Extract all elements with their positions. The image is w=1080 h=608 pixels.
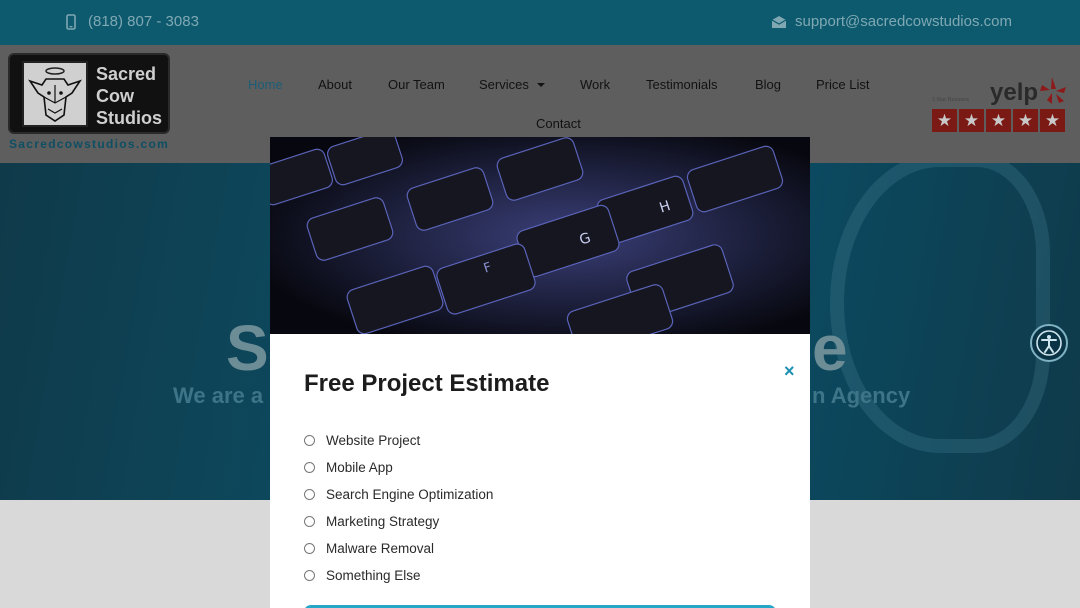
star-icon: ★ [1040, 109, 1065, 132]
option-website-project[interactable]: Website Project [304, 427, 493, 454]
option-label: Search Engine Optimization [326, 487, 494, 502]
option-label: Website Project [326, 433, 421, 448]
option-malware-removal[interactable]: Malware Removal [304, 535, 493, 562]
phone-number[interactable]: (818) 807 - 3083 [88, 13, 199, 30]
envelope-icon [771, 15, 787, 28]
radio-button[interactable] [304, 543, 315, 554]
accessibility-icon [1036, 330, 1062, 356]
option-label: Mobile App [326, 460, 393, 475]
phone-icon [66, 13, 76, 30]
star-icon: ★ [986, 109, 1011, 132]
yelp-wordmark: yelp [990, 79, 1039, 106]
hero-decoration [830, 163, 1050, 453]
logo-wordmark: Sacred Cow Studios [96, 63, 162, 129]
option-label: Marketing Strategy [326, 514, 440, 529]
email-address[interactable]: support@sacredcowstudios.com [795, 13, 1012, 30]
email-contact[interactable]: support@sacredcowstudios.com [771, 13, 1012, 30]
star-icon: ★ [932, 109, 957, 132]
radio-button[interactable] [304, 516, 315, 527]
nav-item-testimonials[interactable]: Testimonials [646, 77, 718, 92]
project-type-options: Website Project Mobile App Search Engine… [304, 427, 493, 589]
estimate-modal: G H F × Free Project Estimate Website Pr… [270, 137, 810, 608]
radio-button[interactable] [304, 570, 315, 581]
yelp-badge-caption: 5 Star Business [932, 97, 970, 103]
hero-title-left: S [226, 312, 271, 384]
option-label: Something Else [326, 568, 421, 583]
option-mobile-app[interactable]: Mobile App [304, 454, 493, 481]
option-seo[interactable]: Search Engine Optimization [304, 481, 493, 508]
accessibility-button[interactable] [1030, 324, 1068, 362]
nav-item-services[interactable]: Services [479, 77, 546, 92]
nav-item-contact[interactable]: Contact [536, 116, 581, 131]
chevron-down-icon [537, 83, 546, 87]
logo-url[interactable]: Sacredcowstudios.com [9, 137, 169, 151]
star-icon: ★ [1013, 109, 1038, 132]
nav-item-about[interactable]: About [318, 77, 352, 92]
nav-item-work[interactable]: Work [580, 77, 610, 92]
radio-button[interactable] [304, 462, 315, 473]
cow-logo-icon [22, 61, 88, 127]
phone-contact[interactable]: (818) 807 - 3083 [66, 13, 199, 30]
option-marketing-strategy[interactable]: Marketing Strategy [304, 508, 493, 535]
yelp-rating-stars: ★ ★ ★ ★ ★ [932, 109, 1065, 132]
yelp-burst-icon [1040, 77, 1066, 104]
logo-line-3: Studios [96, 108, 162, 128]
nav-item-our-team[interactable]: Our Team [388, 77, 445, 92]
star-icon: ★ [959, 109, 984, 132]
modal-title: Free Project Estimate [304, 370, 550, 397]
option-label: Malware Removal [326, 541, 435, 556]
top-contact-bar: (818) 807 - 3083 support@sacredcowstudio… [0, 0, 1080, 45]
site-logo[interactable]: Sacred Cow Studios [8, 53, 170, 134]
radio-button[interactable] [304, 489, 315, 500]
close-icon[interactable]: × [784, 361, 795, 382]
hero-subtitle-left: We are a [173, 383, 264, 408]
option-something-else[interactable]: Something Else [304, 562, 493, 589]
hero-subtitle-right: n Agency [812, 383, 911, 408]
hero-title-right: e [812, 312, 850, 384]
yelp-badge[interactable]: 5 Star Business yelp ★ ★ ★ ★ ★ [932, 73, 1067, 135]
keyboard-photo: G H F [270, 137, 810, 334]
nav-item-price-list[interactable]: Price List [816, 77, 869, 92]
logo-line-2: Cow [96, 86, 134, 106]
nav-item-blog[interactable]: Blog [755, 77, 781, 92]
nav-item-services-label: Services [479, 77, 529, 92]
nav-item-home[interactable]: Home [248, 77, 283, 92]
radio-button[interactable] [304, 435, 315, 446]
logo-line-1: Sacred [96, 64, 157, 84]
